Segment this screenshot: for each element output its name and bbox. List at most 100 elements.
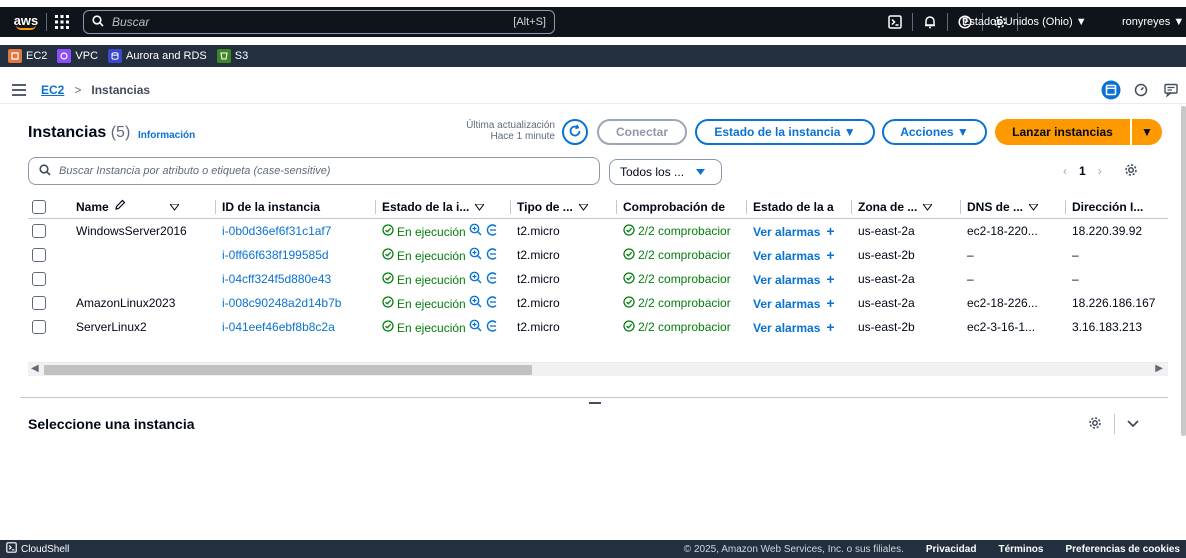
privacy-link[interactable]: Privacidad	[926, 544, 977, 555]
column-header-ip[interactable]: Dirección I...	[1072, 195, 1168, 219]
notifications-panel-icon[interactable]	[1126, 76, 1156, 104]
launch-instances-button[interactable]: Lanzar instancias	[995, 119, 1130, 145]
favorite-aurora-rds[interactable]: Aurora and RDS	[108, 49, 207, 63]
scroll-left-icon[interactable]: ◀	[31, 363, 39, 374]
status-check-cell[interactable]: 2/2 comprobacior	[623, 247, 753, 263]
zoom-in-icon[interactable]	[469, 247, 482, 263]
column-header-state[interactable]: Estado de la i...	[382, 195, 517, 219]
zoom-in-icon[interactable]	[469, 223, 482, 239]
global-search-input[interactable]: Buscar [Alt+S]	[83, 10, 555, 34]
table-row[interactable]: i-04cff324f5d880e43 En ejecución t2.micro 2…	[28, 267, 1168, 291]
favorite-vpc[interactable]: VPC	[57, 49, 98, 63]
row-checkbox[interactable]	[32, 320, 46, 334]
cookie-preferences-link[interactable]: Preferencias de cookies	[1065, 544, 1180, 555]
column-header-id[interactable]: ID de la instancia	[222, 195, 382, 219]
favorite-s3[interactable]: S3	[216, 49, 248, 63]
prev-page-icon[interactable]: ‹	[1063, 164, 1067, 178]
view-alarms-link[interactable]: Ver alarmas +	[753, 247, 858, 263]
status-check-cell[interactable]: 2/2 comprobacior	[623, 295, 753, 311]
row-checkbox[interactable]	[32, 272, 46, 286]
status-check-text: 2/2 comprobacior	[638, 248, 731, 262]
column-header-status-check[interactable]: Comprobación de	[623, 195, 753, 219]
select-all-checkbox[interactable]	[32, 199, 46, 214]
table-horizontal-scrollbar[interactable]: ◀ ▶	[28, 362, 1168, 376]
info-link[interactable]: Información	[138, 130, 195, 141]
actions-button[interactable]: Acciones ▼	[882, 119, 987, 145]
favorite-label: VPC	[75, 50, 99, 62]
zoom-in-icon[interactable]	[469, 319, 482, 335]
instance-id-link[interactable]: i-0b0d36ef6f31c1af7	[222, 224, 382, 238]
table-row[interactable]: WindowsServer2016 i-0b0d36ef6f31c1af7 En e…	[28, 219, 1168, 243]
table-row[interactable]: AmazonLinux2023 i-008c90248a2d14b7b En eje…	[28, 291, 1168, 315]
cloudshell-icon[interactable]	[878, 7, 912, 37]
table-row[interactable]: i-0ff66f638f199585d En ejecución t2.micro 2…	[28, 243, 1168, 267]
column-header-dns[interactable]: DNS de ...	[967, 195, 1072, 219]
zoom-in-icon[interactable]	[469, 295, 482, 311]
view-alarms-label: Ver alarmas	[753, 225, 821, 239]
state-filter-select[interactable]: Todos los ...	[609, 159, 722, 185]
page-scrollbar-thumb[interactable]	[1181, 106, 1186, 436]
breadcrumb-ec2-link[interactable]: EC2	[41, 83, 64, 97]
plus-icon[interactable]: +	[826, 223, 834, 239]
split-panel-drag-handle[interactable]	[589, 402, 601, 404]
column-header-alarm[interactable]: Estado de la a	[753, 195, 858, 219]
plus-icon[interactable]: +	[826, 319, 834, 335]
instance-id-link[interactable]: i-041eef46ebf8b8c2a	[222, 320, 382, 334]
zoom-out-icon[interactable]	[486, 248, 498, 263]
cloudshell-footer-button[interactable]: CloudShell	[6, 542, 69, 556]
plus-icon[interactable]: +	[826, 271, 834, 287]
column-header-zone[interactable]: Zona de ...	[858, 195, 967, 219]
scroll-right-icon[interactable]: ▶	[1155, 363, 1163, 374]
instance-name: ServerLinux2	[76, 320, 147, 334]
hamburger-menu-icon[interactable]	[11, 82, 27, 98]
feedback-icon[interactable]	[1156, 76, 1186, 104]
refresh-button[interactable]	[562, 119, 588, 145]
zoom-out-icon[interactable]	[486, 296, 498, 311]
launch-instances-dropdown[interactable]: ▼	[1132, 119, 1162, 145]
row-checkbox[interactable]	[32, 248, 46, 262]
status-check-cell[interactable]: 2/2 comprobacior	[623, 319, 753, 335]
next-page-icon[interactable]: ›	[1098, 164, 1102, 178]
panel-settings-gear-icon[interactable]	[1088, 416, 1102, 433]
instance-state-button[interactable]: Estado de la instancia ▼	[695, 119, 875, 145]
view-alarms-link[interactable]: Ver alarmas +	[753, 319, 858, 335]
account-menu[interactable]: ronyreyes ▼	[1122, 7, 1184, 37]
notifications-bell-icon[interactable]	[913, 7, 947, 37]
info-panel-toggle-icon[interactable]	[1096, 76, 1126, 104]
current-page[interactable]: 1	[1079, 164, 1086, 178]
view-alarms-link[interactable]: Ver alarmas +	[753, 223, 858, 239]
plus-icon[interactable]: +	[826, 247, 834, 263]
view-alarms-link[interactable]: Ver alarmas +	[753, 271, 858, 287]
row-checkbox[interactable]	[32, 296, 46, 310]
column-header-name[interactable]: Name	[66, 195, 222, 219]
region-selector[interactable]: Estados Unidos (Ohio) ▼	[962, 7, 1087, 37]
zoom-in-icon[interactable]	[469, 271, 482, 287]
view-alarms-link[interactable]: Ver alarmas +	[753, 295, 858, 311]
zoom-out-icon[interactable]	[486, 320, 498, 335]
instance-id-link[interactable]: i-008c90248a2d14b7b	[222, 296, 382, 310]
running-check-icon	[382, 296, 394, 311]
zoom-out-icon[interactable]	[486, 224, 498, 239]
row-checkbox[interactable]	[32, 224, 46, 238]
chevron-down-icon[interactable]	[1127, 417, 1139, 431]
aws-logo[interactable]: aws	[6, 7, 46, 37]
instance-search-input[interactable]: Buscar Instancia por atributo o etiqueta…	[28, 157, 600, 185]
table-row[interactable]: ServerLinux2 i-041eef46ebf8b8c2a En ejecuc…	[28, 315, 1168, 339]
column-zone-label: Zona de ...	[858, 199, 918, 214]
instance-id-link[interactable]: i-0ff66f638f199585d	[222, 248, 382, 262]
terms-link[interactable]: Términos	[998, 544, 1043, 555]
zoom-out-icon[interactable]	[486, 272, 498, 287]
scrollbar-thumb[interactable]	[44, 365, 532, 375]
status-check-cell[interactable]: 2/2 comprobacior	[623, 223, 753, 239]
status-check-cell[interactable]: 2/2 comprobacior	[623, 271, 753, 287]
page-vertical-scrollbar[interactable]	[1181, 106, 1186, 531]
table-settings-gear-icon[interactable]	[1124, 163, 1138, 180]
services-grid-icon[interactable]	[47, 7, 77, 37]
favorite-ec2[interactable]: EC2	[8, 49, 47, 63]
connect-button[interactable]: Conectar	[597, 119, 687, 145]
public-ip: 3.16.183.213	[1072, 320, 1143, 334]
plus-icon[interactable]: +	[826, 295, 834, 311]
column-divider	[1065, 199, 1066, 214]
instance-id-link[interactable]: i-04cff324f5d880e43	[222, 272, 382, 286]
column-header-type[interactable]: Tipo de ...	[517, 195, 623, 219]
